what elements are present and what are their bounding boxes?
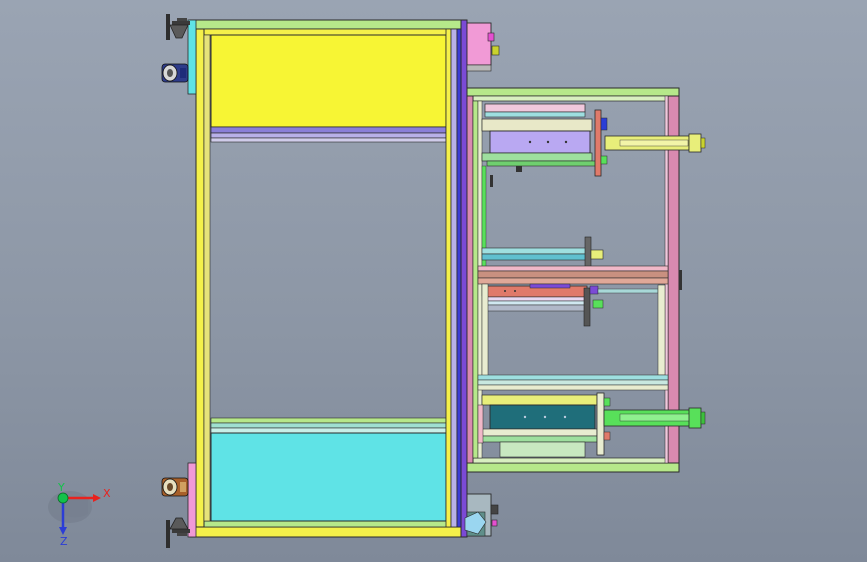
lower-crossbar-1 bbox=[210, 417, 447, 424]
subframe-left-post bbox=[466, 95, 474, 464]
frame-left-post-inner bbox=[203, 34, 211, 522]
left-accessories bbox=[161, 14, 190, 548]
leveling-foot-icon bbox=[166, 14, 190, 40]
lower-crossbar-2 bbox=[210, 422, 447, 429]
xyz-triad-icon: X Y Z bbox=[48, 481, 111, 548]
frame-top-rail bbox=[189, 19, 467, 30]
upper-cylinder-body bbox=[489, 130, 591, 154]
frame-left-post bbox=[195, 28, 205, 528]
upper-crossbar bbox=[210, 126, 447, 134]
lower-crossbar-3 bbox=[210, 427, 447, 434]
cad-viewport[interactable]: X Y Z bbox=[0, 0, 867, 562]
frame-right-post-4 bbox=[460, 19, 468, 538]
top-pink-block bbox=[466, 22, 492, 66]
lower-flange-plate bbox=[596, 392, 605, 456]
middle-slide-assembly[interactable] bbox=[477, 236, 682, 379]
subframe-bottom-rail bbox=[466, 462, 680, 473]
main-frame[interactable] bbox=[187, 19, 468, 538]
bottom-cyan-panel[interactable] bbox=[210, 432, 447, 522]
upper-crossbar-3 bbox=[210, 137, 447, 143]
frame-top-rail-inner bbox=[195, 28, 459, 36]
frame-bottom-rail bbox=[189, 526, 467, 538]
leveling-foot-icon bbox=[166, 517, 190, 548]
subframe-bottom-rail-2 bbox=[472, 457, 674, 464]
subframe-right-post bbox=[667, 95, 680, 464]
lower-cylinder-body bbox=[489, 404, 596, 430]
right-subframe[interactable] bbox=[466, 87, 706, 473]
left-cyan-plate bbox=[187, 19, 197, 95]
frame-right-post-2 bbox=[450, 28, 458, 528]
subframe-top-rail-2 bbox=[472, 95, 674, 102]
frame-right-post-3 bbox=[456, 28, 462, 528]
left-pink-plate bbox=[187, 462, 197, 538]
triad-y-label: Y bbox=[57, 481, 65, 494]
middle-beam bbox=[477, 265, 669, 272]
frame-bottom-rail-inner bbox=[195, 520, 459, 528]
upper-crossbar-2 bbox=[210, 132, 447, 139]
triad-x-label: X bbox=[103, 487, 111, 500]
triad-z-label: Z bbox=[60, 535, 68, 548]
subframe-top-rail bbox=[466, 87, 680, 97]
top-yellow-panel[interactable] bbox=[210, 34, 447, 128]
caster-wheel-icon bbox=[161, 477, 189, 497]
caster-wheel-icon bbox=[161, 63, 189, 83]
upper-flange-plate bbox=[594, 109, 602, 177]
frame-right-post-1 bbox=[445, 28, 452, 528]
